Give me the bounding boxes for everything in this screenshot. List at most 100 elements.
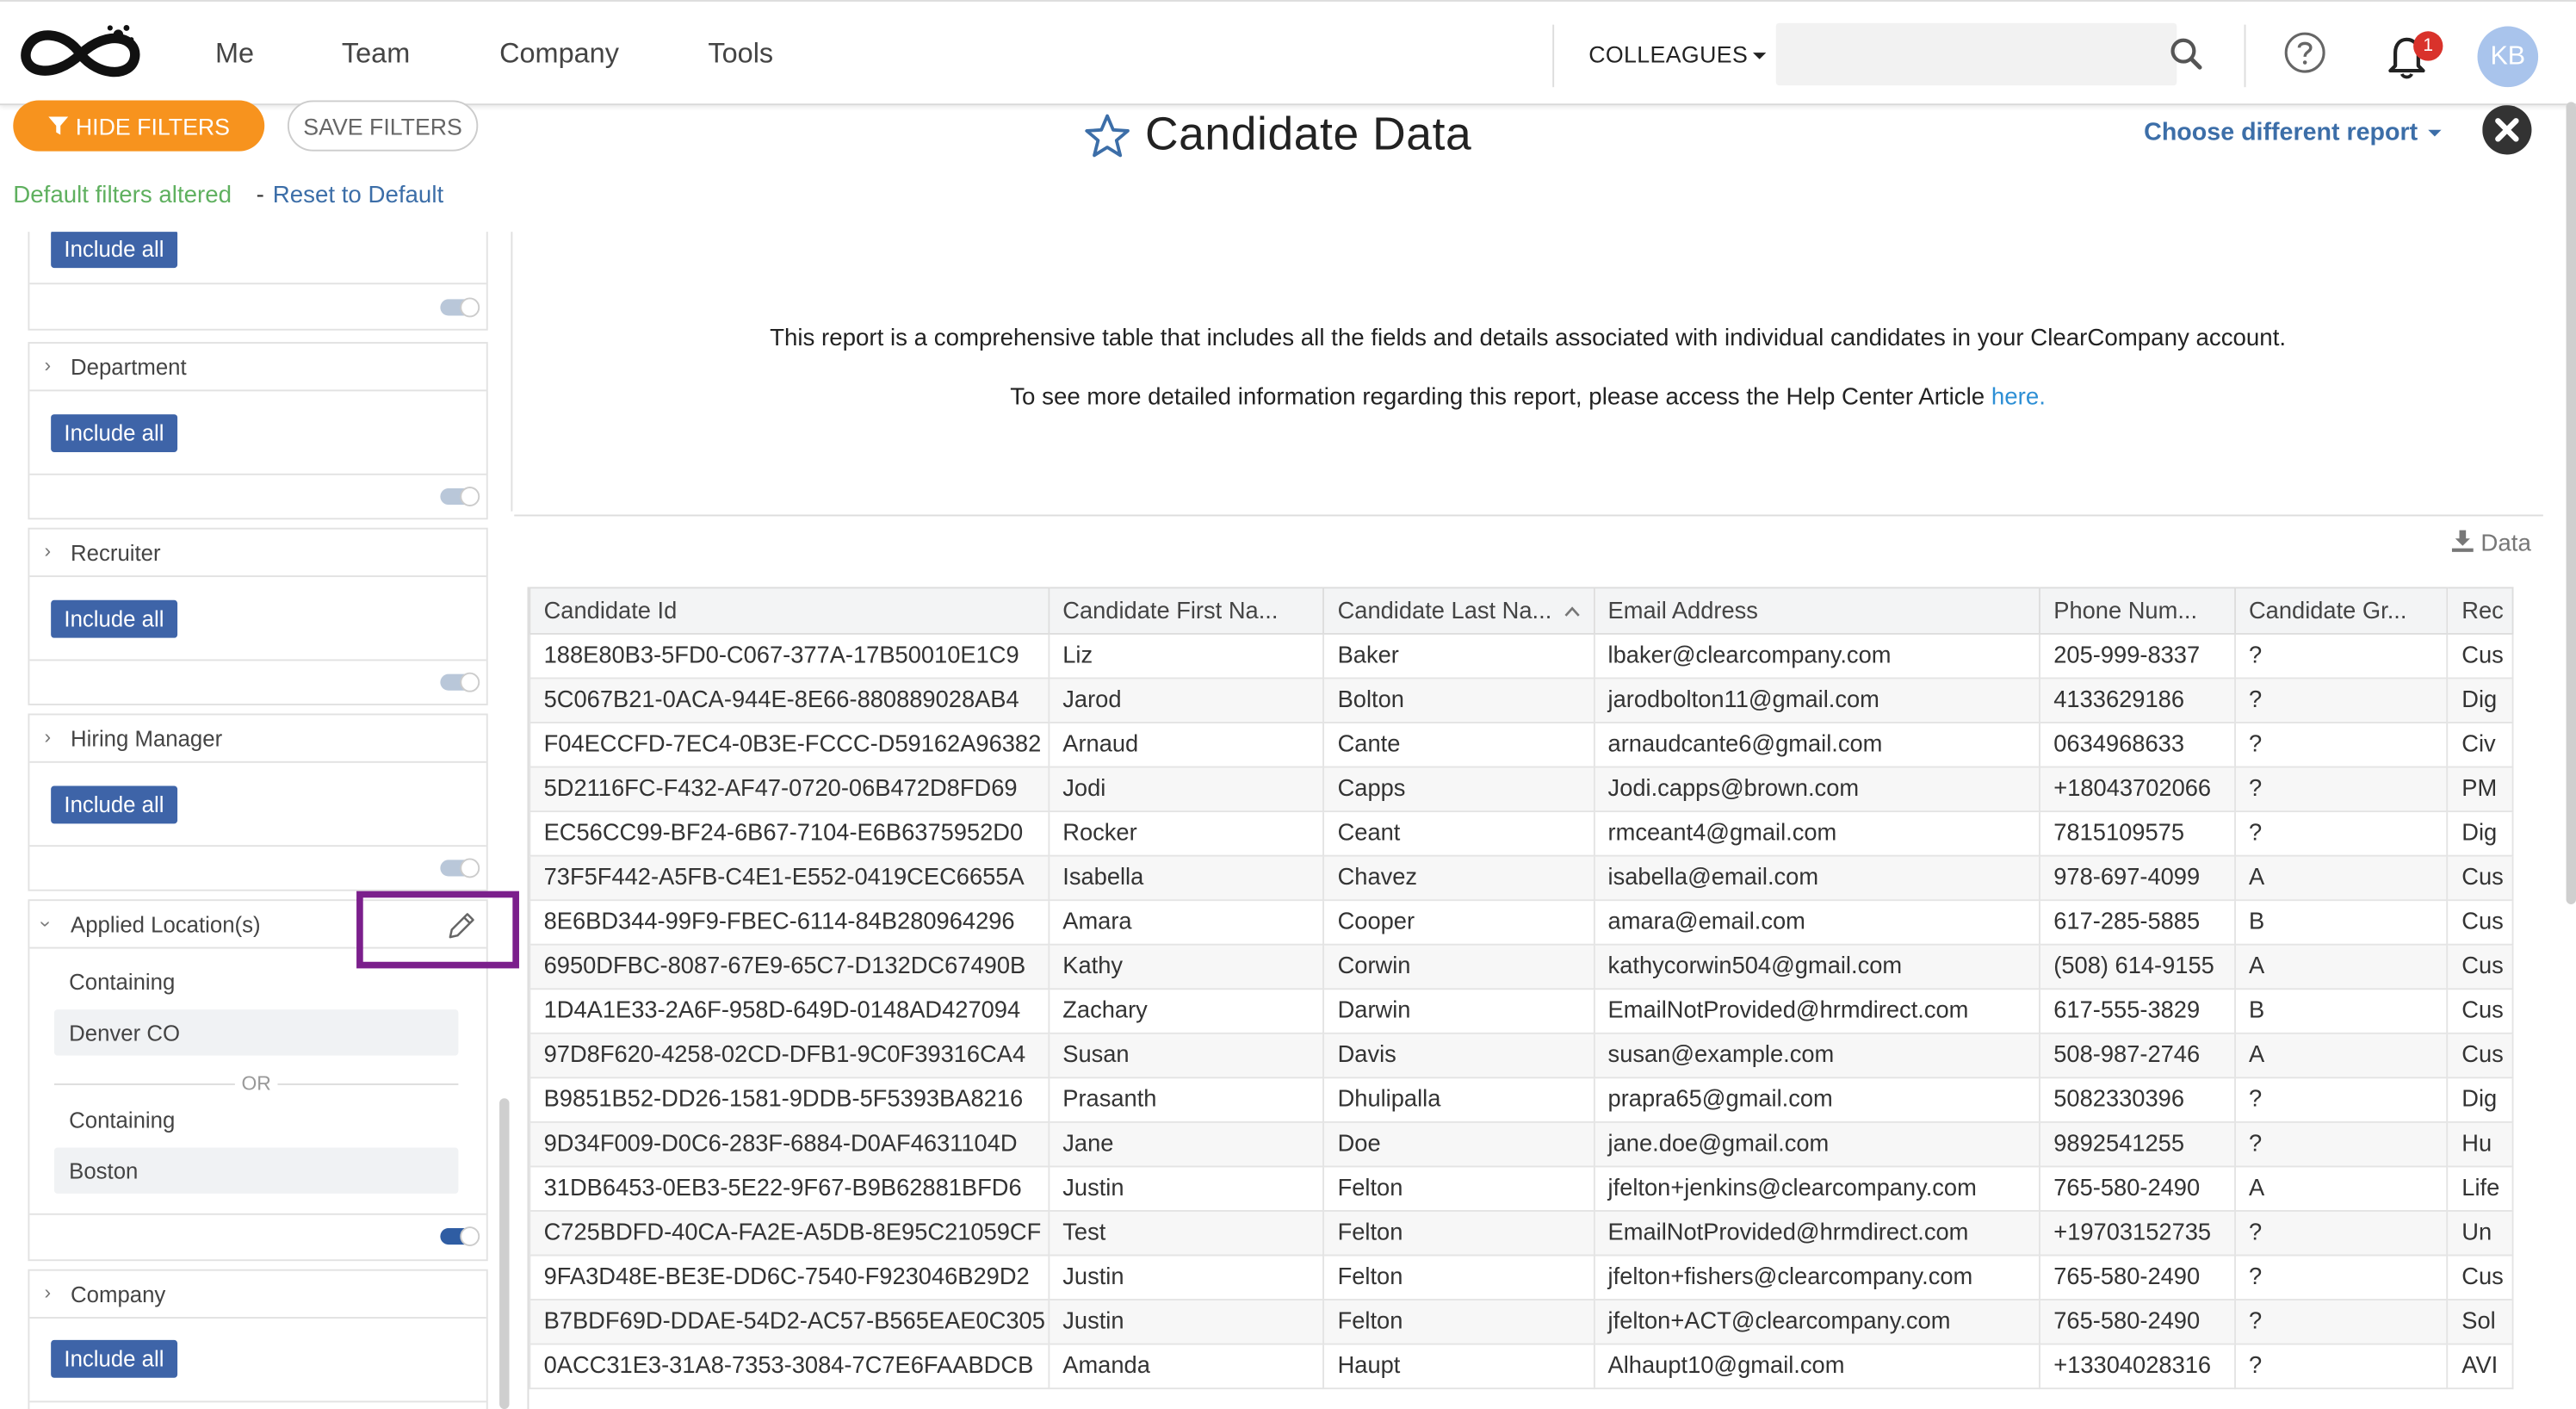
cell-last-name: Chavez	[1322, 854, 1595, 902]
column-header-phone[interactable]: Phone Num...	[2039, 587, 2236, 635]
cell-candidate-id: 5D2116FC-F432-AF47-0720-06B472D8FD69	[529, 766, 1050, 813]
table-row[interactable]: F04ECCFD-7EC4-0B3E-FCCC-D59162A96382 Arna…	[529, 722, 2514, 768]
cell-phone: +19703152735	[2039, 1210, 2236, 1257]
nav-tools[interactable]: Tools	[708, 38, 773, 71]
reset-to-default-link[interactable]: Reset to Default	[273, 183, 443, 209]
download-label: Data	[2480, 531, 2531, 558]
include-all-button[interactable]: Include all	[51, 414, 177, 452]
colleagues-dropdown[interactable]: COLLEAGUES	[1588, 41, 1767, 67]
table-row[interactable]: 9D34F009-D0C6-283F-6884-D0AF4631104D Jane…	[529, 1120, 2514, 1168]
table-row[interactable]: 5C067B21-0ACA-944E-8E66-880889028AB4 Jaro…	[529, 677, 2514, 723]
filter-header[interactable]: › Hiring Manager	[29, 715, 486, 763]
cell-candidate-id: 9FA3D48E-BE3E-DD6C-7540-F923046B29D2	[529, 1254, 1050, 1301]
help-center-link[interactable]: here.	[1991, 385, 2046, 412]
nav-me[interactable]: Me	[215, 38, 254, 71]
cell-email: rmceant4@gmail.com	[1593, 810, 2040, 857]
column-header-candidate-group[interactable]: Candidate Gr...	[2233, 587, 2449, 635]
cell-first-name: Kathy	[1048, 943, 1325, 990]
cell-candidate-group: ?	[2233, 1077, 2449, 1123]
column-header-rec[interactable]: Rec	[2447, 587, 2514, 635]
download-data-button[interactable]: Data	[2451, 530, 2531, 557]
include-all-button[interactable]: Include all	[51, 1339, 177, 1378]
filter-header[interactable]: › Department	[29, 344, 486, 392]
close-icon[interactable]	[2482, 105, 2532, 155]
include-all-button[interactable]: Include all	[51, 599, 177, 638]
cell-phone: (508) 614-9155	[2039, 943, 2236, 990]
filter-toggle[interactable]	[440, 297, 480, 318]
column-header-candidate-id[interactable]: Candidate Id	[529, 587, 1050, 635]
table-row[interactable]: 97D8F620-4258-02CD-DFB1-9C0F39316CA4 Susa…	[529, 1032, 2514, 1079]
app-root: Me Team Company Tools COLLEAGUES 1 KB HI…	[0, 0, 2576, 1409]
cell-candidate-group: ?	[2233, 766, 2449, 813]
nav-team[interactable]: Team	[342, 38, 410, 71]
hide-filters-button[interactable]: HIDE FILTERS	[13, 100, 265, 152]
table-row[interactable]: 188E80B3-5FD0-C067-377A-17B50010E1C9 Liz B…	[529, 632, 2514, 680]
filters-altered-text: Default filters altered	[13, 182, 232, 209]
table-row[interactable]: EC56CC99-BF24-6B67-7104-E6B6375952D0 Rock…	[529, 810, 2514, 857]
cell-last-name: Darwin	[1322, 988, 1595, 1034]
column-header-email[interactable]: Email Address	[1593, 587, 2040, 635]
table-row[interactable]: 73F5F442-A5FB-C4E1-E552-0419CEC6655A Isab…	[529, 854, 2514, 902]
page-scrollbar[interactable]	[2566, 102, 2576, 904]
filter-toggle[interactable]	[440, 858, 480, 878]
cell-candidate-group: ?	[2233, 1299, 2449, 1345]
choose-report-dropdown[interactable]: Choose different report	[2144, 118, 2441, 146]
table-row[interactable]: 0ACC31E3-31A8-7353-3084-7C7E6FAABDCB Aman…	[529, 1343, 2514, 1390]
filter-toggle[interactable]	[440, 1226, 480, 1247]
filter-header[interactable]: › Recruiter	[29, 530, 486, 578]
cell-phone: +18043702066	[2039, 766, 2236, 813]
filter-toggle[interactable]	[440, 487, 480, 506]
table-row[interactable]: 6950DFBC-8087-67E9-65C7-D132DC67490B Kath…	[529, 943, 2514, 990]
location-input-1[interactable]	[53, 1009, 459, 1056]
cell-last-name: Felton	[1322, 1254, 1595, 1301]
table-row[interactable]: 31DB6453-0EB3-5E22-9F67-B9B62881BFD6 Just…	[529, 1165, 2514, 1212]
cell-candidate-group: ?	[2233, 677, 2449, 723]
clearcompany-logo[interactable]	[16, 18, 145, 90]
user-avatar[interactable]: KB	[2477, 26, 2539, 88]
include-all-button[interactable]: Include all	[51, 232, 177, 269]
table-row[interactable]: C725BDFD-40CA-FA2E-A5DB-8E95C21059CF Test…	[529, 1210, 2514, 1257]
cell-first-name: Test	[1048, 1210, 1325, 1257]
column-header-last-name[interactable]: Candidate Last Na...	[1322, 587, 1595, 635]
table-row[interactable]: 5D2116FC-F432-AF47-0720-06B472D8FD69 Jodi…	[529, 766, 2514, 813]
filter-panel: Include all › Department Include all › R…	[0, 232, 512, 1409]
column-header-first-name[interactable]: Candidate First Na...	[1048, 587, 1325, 635]
cell-last-name: Corwin	[1322, 943, 1595, 990]
cell-email: Alhaupt10@gmail.com	[1593, 1343, 2040, 1390]
table-row[interactable]: B7BDF69D-DDAE-54D2-AC57-B565EAE0C305 Just…	[529, 1299, 2514, 1345]
location-input-2[interactable]	[53, 1147, 459, 1194]
help-center-text: To see more detailed information regardi…	[514, 385, 2542, 412]
cell-phone: 617-555-3829	[2039, 988, 2236, 1034]
cell-first-name: Jarod	[1048, 677, 1325, 723]
cell-rec: Cus	[2447, 1254, 2514, 1301]
cell-last-name: Cooper	[1322, 899, 1595, 946]
candidate-table-container: Candidate Id Candidate First Na... Candi…	[527, 587, 2514, 1409]
filter-icon	[48, 116, 69, 135]
search-icon[interactable]	[2165, 33, 2208, 76]
favorite-star-icon[interactable]	[1082, 112, 1131, 161]
table-row[interactable]: 8E6BD344-99F9-FBEC-6114-84B280964296 Amar…	[529, 899, 2514, 946]
cell-candidate-group: ?	[2233, 632, 2449, 680]
cell-candidate-id: 73F5F442-A5FB-C4E1-E552-0419CEC6655A	[529, 854, 1050, 902]
filter-panel-scrollbar[interactable]	[499, 1098, 510, 1409]
content-divider	[514, 514, 2543, 517]
cell-phone: 205-999-8337	[2039, 632, 2236, 680]
filter-toggle[interactable]	[440, 672, 480, 692]
hide-filters-label: HIDE FILTERS	[75, 112, 231, 140]
chevron-right-icon: ›	[44, 724, 52, 748]
table-row[interactable]: B9851B52-DD26-1581-9DDB-5F5393BA8216 Pras…	[529, 1077, 2514, 1123]
cell-rec: Dig	[2447, 810, 2514, 857]
filter-header[interactable]: › Company	[29, 1271, 486, 1319]
table-row[interactable]: 1D4A1E33-2A6F-958D-649D-0148AD427094 Zach…	[529, 988, 2514, 1034]
include-all-button[interactable]: Include all	[51, 785, 177, 824]
save-filters-button[interactable]: SAVE FILTERS	[287, 100, 479, 152]
search-input[interactable]	[1775, 22, 2177, 86]
cell-email: jfelton+jenkins@clearcompany.com	[1593, 1165, 2040, 1212]
cell-first-name: Jodi	[1048, 766, 1325, 813]
cell-first-name: Rocker	[1048, 810, 1325, 857]
help-icon[interactable]	[2283, 31, 2326, 74]
cell-phone: 617-285-5885	[2039, 899, 2236, 946]
nav-company[interactable]: Company	[499, 38, 619, 71]
cell-last-name: Ceant	[1322, 810, 1595, 857]
table-row[interactable]: 9FA3D48E-BE3E-DD6C-7540-F923046B29D2 Just…	[529, 1254, 2514, 1301]
